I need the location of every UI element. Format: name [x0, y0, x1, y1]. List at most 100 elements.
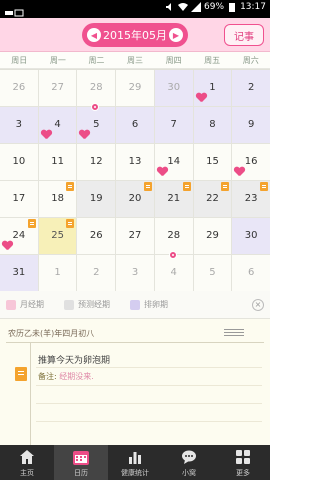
calendar-day-cell[interactable]: 2 — [232, 70, 270, 106]
legend-close-button[interactable]: × — [252, 299, 264, 311]
ruled-line — [36, 367, 262, 368]
day-number: 10 — [12, 156, 26, 167]
calendar-day-cell[interactable]: 6 — [116, 107, 155, 143]
home-icon — [18, 448, 36, 466]
calendar-day-cell[interactable]: 5 — [193, 255, 233, 291]
calendar-day-cell[interactable]: 1 — [193, 70, 233, 106]
day-number: 5 — [209, 267, 216, 278]
calendar-day-cell[interactable]: 1 — [38, 255, 78, 291]
legend-swatch — [6, 299, 16, 310]
memo-icon — [15, 367, 27, 381]
day-number: 27 — [128, 230, 142, 241]
day-number: 3 — [15, 119, 23, 130]
calendar-day-cell[interactable]: 29 — [116, 70, 155, 106]
day-number: 29 — [128, 82, 142, 93]
day-number: 9 — [247, 119, 255, 130]
calendar-week-row: 17 18 19 20 21 22 23 — [0, 181, 270, 218]
battery-icon — [229, 3, 236, 12]
day-number: 28 — [167, 230, 181, 241]
ruled-line — [36, 403, 262, 404]
tab-chat-bubble[interactable]: 小窝 — [162, 445, 216, 480]
legend-swatch — [64, 299, 74, 310]
day-number: 21 — [167, 193, 181, 204]
note-tag-icon — [27, 219, 36, 228]
heart-icon — [157, 167, 167, 176]
calendar-day-cell[interactable]: 4 — [38, 107, 78, 143]
tab-bar-chart[interactable]: 健康统计 — [108, 445, 162, 480]
weekday-label: 周一 — [49, 56, 66, 65]
month-title[interactable]: 2015年05月 — [103, 27, 167, 43]
calendar-day-cell[interactable]: 25 — [38, 218, 78, 254]
calendar-day-cell[interactable]: 18 — [38, 181, 78, 217]
day-number: 14 — [167, 156, 181, 167]
legend-item: 月经期 — [6, 299, 44, 310]
calendar-day-cell[interactable]: 11 — [38, 144, 78, 180]
day-number: 8 — [209, 119, 216, 130]
tab-home[interactable]: 主页 — [0, 445, 54, 480]
battery-percent: 69% — [204, 2, 225, 12]
day-detail-panel: 农历乙未(羊)年四月初八 推算今天为卵泡期 备注: 经期没来. — [0, 319, 270, 445]
record-note-button[interactable]: 记事 — [224, 24, 264, 46]
day-number: 30 — [167, 82, 181, 93]
calendar-day-cell[interactable]: 23 — [232, 181, 270, 217]
day-number: 16 — [244, 156, 258, 167]
calendar-day-cell[interactable]: 26 — [0, 70, 39, 106]
calendar-day-cell[interactable]: 28 — [154, 218, 194, 254]
calendar-week-row: 3 4 5 6 7 8 9 — [0, 103, 270, 144]
chat-bubble-icon — [180, 448, 198, 466]
calendar-week-row: 10 11 12 13 14 15 16 — [0, 144, 270, 181]
calendar-day-cell[interactable]: 5 — [77, 103, 117, 143]
calendar-day-cell[interactable]: 12 — [77, 144, 117, 180]
remark-value: 经期没来. — [59, 372, 94, 381]
calendar-day-cell[interactable]: 19 — [77, 181, 117, 217]
calendar-week-row: 31 1 2 3 4 5 6 — [0, 251, 270, 292]
calendar-day-cell[interactable]: 3 — [0, 107, 39, 143]
note-tag-icon — [260, 182, 269, 191]
calendar-day-cell[interactable]: 9 — [232, 107, 270, 143]
day-number: 4 — [170, 267, 177, 278]
note-tag-icon — [66, 182, 75, 191]
calendar-day-cell[interactable]: 7 — [154, 107, 194, 143]
record-button-label: 记事 — [234, 31, 254, 43]
calendar-day-cell[interactable]: 31 — [0, 255, 39, 291]
prev-month-button[interactable]: ◀ — [87, 28, 101, 42]
menu-icon[interactable] — [224, 329, 244, 336]
calendar-day-cell[interactable]: 17 — [0, 181, 39, 217]
tab-calendar[interactable]: 日历 — [54, 445, 108, 480]
day-number: 27 — [51, 82, 64, 93]
legend-item: 预测经期 — [64, 299, 110, 310]
note-tag-icon — [66, 219, 75, 228]
day-number: 31 — [12, 267, 26, 278]
remark-label: 备注: — [38, 372, 57, 381]
day-number: 26 — [89, 230, 103, 241]
ruled-line — [36, 385, 262, 386]
calendar-day-cell[interactable]: 29 — [193, 218, 233, 254]
calendar-day-cell[interactable]: 4 — [154, 251, 194, 291]
calendar-day-cell[interactable]: 27 — [116, 218, 155, 254]
calendar-day-cell[interactable]: 30 — [232, 218, 270, 254]
calendar-day-cell[interactable]: 24 — [0, 218, 39, 254]
calendar-day-cell[interactable]: 8 — [193, 107, 233, 143]
calendar-day-cell[interactable]: 15 — [193, 144, 233, 180]
calendar-day-cell[interactable]: 6 — [232, 255, 270, 291]
calendar-day-cell[interactable]: 28 — [77, 70, 117, 106]
calendar-day-cell[interactable]: 10 — [0, 144, 39, 180]
calendar-day-cell[interactable]: 13 — [116, 144, 155, 180]
calendar-day-cell[interactable]: 22 — [193, 181, 233, 217]
calendar-week-row: 24 25 26 27 28 29 30 — [0, 218, 270, 255]
calendar-day-cell[interactable]: 14 — [154, 144, 194, 180]
weekday-label: 周三 — [127, 56, 144, 65]
calendar-day-cell[interactable]: 3 — [116, 255, 155, 291]
legend-swatch — [130, 299, 140, 310]
calendar-day-cell[interactable]: 2 — [77, 255, 117, 291]
calendar-day-cell[interactable]: 26 — [77, 218, 117, 254]
calendar-day-cell[interactable]: 27 — [38, 70, 78, 106]
remark-row[interactable]: 备注: 经期没来. — [38, 371, 94, 382]
tab-grid[interactable]: 更多 — [216, 445, 270, 480]
calendar-day-cell[interactable]: 30 — [154, 70, 194, 106]
day-number: 5 — [93, 119, 100, 130]
calendar-day-cell[interactable]: 16 — [232, 144, 270, 180]
calendar-day-cell[interactable]: 21 — [154, 181, 194, 217]
calendar-day-cell[interactable]: 20 — [116, 181, 155, 217]
next-month-button[interactable]: ▶ — [169, 28, 183, 42]
